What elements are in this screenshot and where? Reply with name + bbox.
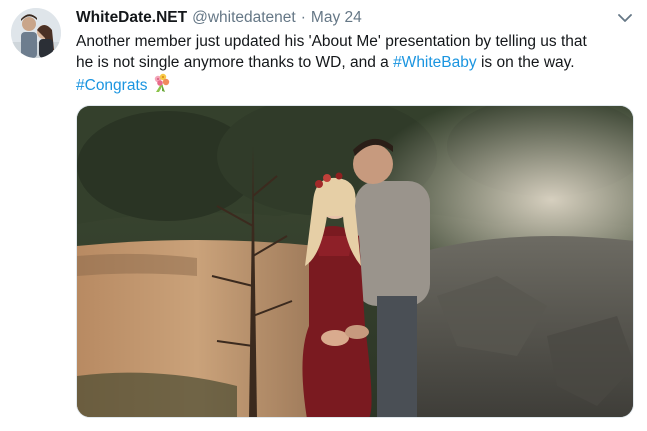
tweet-media-photo[interactable]	[76, 105, 634, 418]
display-name[interactable]: WhiteDate.NET	[76, 9, 187, 27]
photo-couple-by-lake	[77, 106, 633, 417]
tweet-text: Another member just updated his 'About M…	[76, 31, 636, 99]
tweet-text-line-2: he is not single anymore thanks to WD, a…	[76, 52, 636, 73]
tweet-text-line-1: Another member just updated his 'About M…	[76, 33, 587, 50]
avatar[interactable]	[11, 8, 61, 58]
tweet-text-line-3: #Congrats	[76, 73, 636, 99]
avatar-image	[11, 8, 61, 58]
separator-dot: ·	[300, 9, 306, 26]
tweet-header: WhiteDate.NET @whitedatenet · May 24	[76, 9, 362, 29]
tweet-date[interactable]: May 24	[311, 9, 362, 27]
tweet-text-segment: he is not single anymore thanks to WD, a…	[76, 54, 394, 71]
bouquet-icon	[152, 73, 172, 99]
chevron-down-icon	[618, 13, 632, 22]
hashtag-whitebaby[interactable]: #WhiteBaby	[393, 54, 477, 71]
tweet-text-segment: is on the way.	[476, 54, 575, 71]
more-options-button[interactable]	[614, 9, 636, 27]
user-handle[interactable]: @whitedatenet	[192, 9, 296, 27]
tweet[interactable]: WhiteDate.NET @whitedatenet · May 24 Ano…	[0, 0, 647, 431]
hashtag-congrats[interactable]: #Congrats	[76, 77, 148, 94]
